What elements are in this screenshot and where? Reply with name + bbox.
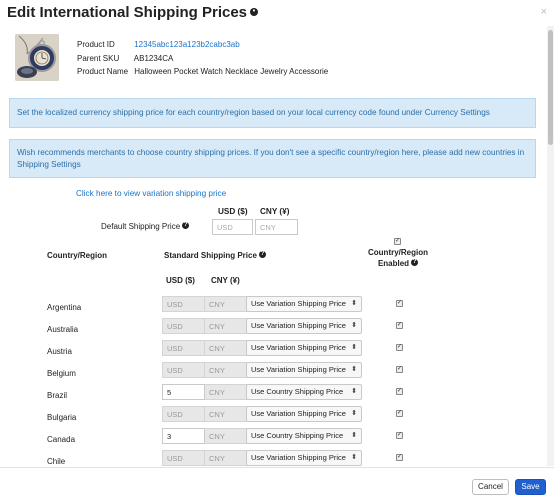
parent-sku-value: AB1234CA xyxy=(133,53,174,63)
country-enabled-checkbox[interactable]: ✓ xyxy=(396,300,403,307)
country-name: Austria xyxy=(47,347,72,356)
cny-price-input[interactable] xyxy=(205,406,248,422)
usd-price-input[interactable] xyxy=(162,406,205,422)
chevron-updown-icon: ⬍ xyxy=(351,432,357,439)
product-name-row: Product Name Halloween Pocket Watch Neck… xyxy=(77,65,328,79)
product-name-label: Product Name xyxy=(77,67,129,76)
cny-price-input[interactable] xyxy=(205,318,248,334)
chevron-updown-icon: ⬍ xyxy=(351,388,357,395)
shipping-price-mode-value: Use Variation Shipping Price xyxy=(251,299,346,308)
default-shipping-price-label: Default Shipping Price? xyxy=(101,222,190,231)
help-icon[interactable]: ? xyxy=(182,222,190,230)
country-region-enabled-header: Country/Region Enabled? xyxy=(362,247,434,269)
cny-price-input[interactable] xyxy=(205,340,248,356)
shipping-price-mode-value: Use Variation Shipping Price xyxy=(251,365,346,374)
chevron-updown-icon: ⬍ xyxy=(351,410,357,417)
cny-price-input[interactable] xyxy=(205,362,248,378)
usd-price-input[interactable] xyxy=(162,340,205,356)
usd-price-input[interactable] xyxy=(162,428,205,444)
shipping-recommendation-alert-text: Wish recommends merchants to choose coun… xyxy=(17,148,525,169)
help-icon[interactable]: ? xyxy=(258,251,266,259)
usd-price-input[interactable] xyxy=(162,450,205,466)
product-image xyxy=(15,34,59,81)
shipping-price-mode-value: Use Variation Shipping Price xyxy=(251,453,346,462)
default-shipping-price-text: Default Shipping Price xyxy=(101,222,181,231)
chevron-updown-icon: ⬍ xyxy=(351,454,357,461)
shipping-recommendation-alert: Wish recommends merchants to choose coun… xyxy=(9,139,536,178)
default-cny-header: CNY (¥) xyxy=(260,207,290,216)
shipping-price-mode-value: Use Country Shipping Price xyxy=(251,431,344,440)
shipping-price-mode-select[interactable]: Use Variation Shipping Price ⬍ xyxy=(246,296,362,312)
country-enabled-checkbox[interactable]: ✓ xyxy=(396,344,403,351)
product-id-label: Product ID xyxy=(77,40,115,49)
shipping-price-mode-select[interactable]: Use Variation Shipping Price ⬍ xyxy=(246,318,362,334)
shipping-price-mode-value: Use Variation Shipping Price xyxy=(251,321,346,330)
cny-price-input[interactable] xyxy=(205,296,248,312)
chevron-updown-icon: ⬍ xyxy=(351,344,357,351)
parent-sku-label: Parent SKU xyxy=(77,53,120,63)
scrollbar-thumb[interactable] xyxy=(548,30,553,145)
chevron-updown-icon: ⬍ xyxy=(351,322,357,329)
product-info: Product ID 12345abc123a123b2cabc3ab Pare… xyxy=(77,38,328,79)
shipping-price-mode-value: Use Variation Shipping Price xyxy=(251,409,346,418)
chevron-updown-icon: ⬍ xyxy=(351,366,357,373)
modal-footer: Cancel Save xyxy=(0,467,554,502)
view-variation-shipping-link[interactable]: Click here to view variation shipping pr… xyxy=(76,189,226,198)
table-usd-header: USD ($) xyxy=(166,276,195,285)
standard-shipping-price-text: Standard Shipping Price xyxy=(164,251,257,260)
help-icon[interactable]: ? xyxy=(411,259,419,267)
default-cny-input[interactable] xyxy=(255,219,298,235)
table-cny-header: CNY (¥) xyxy=(211,276,240,285)
usd-price-input[interactable] xyxy=(162,362,205,378)
shipping-price-mode-select[interactable]: Use Variation Shipping Price ⬍ xyxy=(246,362,362,378)
shipping-price-mode-value: Use Country Shipping Price xyxy=(251,387,344,396)
country-name: Bulgaria xyxy=(47,413,77,422)
country-region-enabled-text: Country/Region Enabled xyxy=(368,248,428,268)
shipping-price-mode-select[interactable]: Use Variation Shipping Price ⬍ xyxy=(246,340,362,356)
country-name: Australia xyxy=(47,325,79,334)
modal-header: Edit International Shipping Prices • × xyxy=(0,0,554,26)
product-id-row: Product ID 12345abc123a123b2cabc3ab xyxy=(77,38,328,52)
product-id-link[interactable]: 12345abc123a123b2cabc3ab xyxy=(134,40,239,49)
modal-title-text: Edit International Shipping Prices xyxy=(7,4,248,21)
save-button[interactable]: Save xyxy=(515,479,546,495)
modal-title: Edit International Shipping Prices • xyxy=(7,4,259,21)
default-usd-header: USD ($) xyxy=(218,207,248,216)
info-circle-icon[interactable]: • xyxy=(250,8,259,17)
country-name: Argentina xyxy=(47,303,82,312)
usd-price-input[interactable] xyxy=(162,318,205,334)
country-region-column-header: Country/Region xyxy=(47,251,107,260)
close-icon[interactable]: × xyxy=(541,6,547,18)
currency-settings-alert: Set the localized currency shipping pric… xyxy=(9,98,536,128)
country-enabled-checkbox[interactable]: ✓ xyxy=(396,432,403,439)
chevron-updown-icon: ⬍ xyxy=(351,300,357,307)
country-name: Canada xyxy=(47,435,76,444)
country-enabled-checkbox[interactable]: ✓ xyxy=(396,388,403,395)
cny-price-input[interactable] xyxy=(205,428,248,444)
cancel-button[interactable]: Cancel xyxy=(472,479,509,495)
country-name: Chile xyxy=(47,457,66,466)
shipping-price-mode-select[interactable]: Use Variation Shipping Price ⬍ xyxy=(246,406,362,422)
default-usd-input[interactable] xyxy=(212,219,253,235)
country-name: Belgium xyxy=(47,369,76,378)
cny-price-input[interactable] xyxy=(205,384,248,400)
currency-settings-alert-text: Set the localized currency shipping pric… xyxy=(17,108,490,118)
parent-sku-row: Parent SKU AB1234CA xyxy=(77,52,328,66)
product-name-value: Halloween Pocket Watch Necklace Jewelry … xyxy=(134,67,329,76)
country-name: Brazil xyxy=(47,391,68,400)
usd-price-input[interactable] xyxy=(162,296,205,312)
select-all-enabled-checkbox[interactable]: ✓ xyxy=(394,238,401,245)
country-enabled-checkbox[interactable]: ✓ xyxy=(396,410,403,417)
shipping-price-mode-select[interactable]: Use Variation Shipping Price ⬍ xyxy=(246,450,362,466)
shipping-price-mode-value: Use Variation Shipping Price xyxy=(251,343,346,352)
cny-price-input[interactable] xyxy=(205,450,248,466)
usd-price-input[interactable] xyxy=(162,384,205,400)
country-enabled-checkbox[interactable]: ✓ xyxy=(396,322,403,329)
shipping-price-mode-select[interactable]: Use Country Shipping Price ⬍ xyxy=(246,428,362,444)
country-enabled-checkbox[interactable]: ✓ xyxy=(396,366,403,373)
shipping-price-mode-select[interactable]: Use Country Shipping Price ⬍ xyxy=(246,384,362,400)
country-enabled-checkbox[interactable]: ✓ xyxy=(396,454,403,461)
standard-shipping-price-header: Standard Shipping Price? xyxy=(164,251,266,260)
